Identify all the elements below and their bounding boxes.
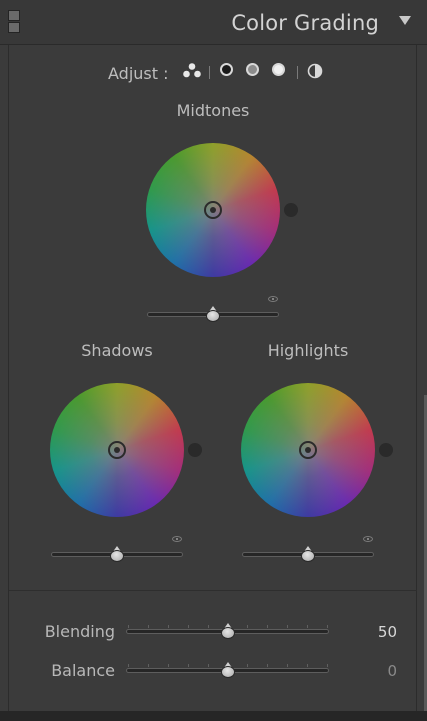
highlights-label: Highlights	[267, 341, 349, 360]
highlights-color-swatch[interactable]	[379, 443, 393, 457]
midtones-wheel-handle[interactable]	[204, 201, 222, 219]
slider-tick	[128, 625, 129, 628]
midtones-mode-icon[interactable]	[246, 63, 259, 76]
slider-tick	[247, 664, 249, 667]
highlights-mode-icon[interactable]	[272, 63, 285, 76]
slider-tick	[187, 664, 189, 667]
balance-slider-thumb[interactable]	[220, 662, 236, 678]
slider-tick	[307, 664, 309, 667]
eye-icon[interactable]	[268, 296, 278, 302]
slider-tick	[287, 625, 289, 628]
eye-icon[interactable]	[363, 536, 373, 542]
collapse-square-icon-lower[interactable]	[8, 22, 20, 33]
balance-value[interactable]: 0	[357, 662, 397, 680]
slider-tick	[167, 664, 169, 667]
eye-icon[interactable]	[172, 536, 182, 542]
midtones-color-swatch[interactable]	[284, 203, 298, 217]
adjust-label: Adjust :	[108, 64, 169, 83]
panel-right-edge	[416, 45, 417, 711]
blending-slider-thumb[interactable]	[220, 623, 236, 639]
panel-bottom-edge	[0, 711, 427, 721]
midtones-label: Midtones	[176, 101, 250, 120]
blending-value[interactable]: 50	[357, 623, 397, 641]
section-divider	[9, 590, 417, 591]
color-grading-panel: Color Grading Adjust : Midtones Shadows …	[0, 0, 427, 721]
slider-tick	[128, 664, 129, 667]
global-mode-icon[interactable]	[307, 63, 323, 79]
slider-tick	[287, 664, 289, 667]
slider-tick	[327, 664, 328, 667]
slider-tick	[207, 625, 209, 628]
panel-left-edge	[8, 45, 9, 711]
highlights-wheel-handle[interactable]	[299, 441, 317, 459]
collapse-square-icon[interactable]	[8, 10, 20, 21]
adjust-separator	[209, 66, 210, 79]
balance-label: Balance	[51, 661, 115, 680]
blending-label: Blending	[44, 622, 115, 641]
adjust-separator	[297, 66, 298, 79]
slider-tick	[327, 625, 328, 628]
slider-tick	[307, 625, 309, 628]
panel-title: Color Grading	[231, 11, 379, 35]
shadows-mode-icon[interactable]	[220, 63, 233, 76]
slider-tick	[147, 664, 149, 667]
slider-tick	[267, 625, 269, 628]
shadows-wheel-handle[interactable]	[108, 441, 126, 459]
panel-header[interactable]: Color Grading	[0, 0, 427, 45]
slider-tick	[147, 625, 149, 628]
panel-menu-triangle-icon[interactable]	[399, 16, 411, 25]
shadows-color-swatch[interactable]	[188, 443, 202, 457]
slider-tick	[267, 664, 269, 667]
midtones-luminance-thumb[interactable]	[205, 306, 221, 322]
slider-tick	[247, 625, 249, 628]
slider-tick	[187, 625, 189, 628]
shadows-label: Shadows	[81, 341, 153, 360]
slider-tick	[207, 664, 209, 667]
three-way-mode-icon[interactable]	[182, 62, 202, 79]
shadows-luminance-thumb[interactable]	[109, 546, 125, 562]
slider-tick	[167, 625, 169, 628]
highlights-luminance-thumb[interactable]	[300, 546, 316, 562]
